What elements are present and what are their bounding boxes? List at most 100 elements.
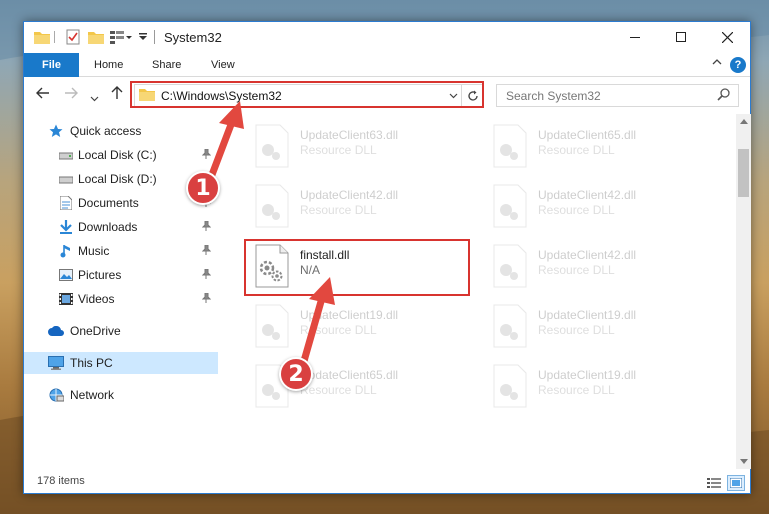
search-icon[interactable] bbox=[717, 87, 730, 104]
sidebar-item-label: This PC bbox=[70, 356, 113, 370]
tab-file[interactable]: File bbox=[24, 53, 79, 77]
details-view-icon[interactable] bbox=[705, 475, 723, 491]
minimize-button[interactable] bbox=[612, 22, 658, 52]
sidebar-item-label: Documents bbox=[78, 196, 139, 210]
dll-file-icon bbox=[255, 304, 289, 348]
sidebar-item-onedrive[interactable]: OneDrive bbox=[24, 320, 218, 342]
sidebar-item-music[interactable]: Music bbox=[24, 240, 218, 262]
file-highlight-box bbox=[244, 239, 470, 296]
file-item[interactable]: UpdateClient19.dll Resource DLL bbox=[244, 300, 474, 354]
pictures-icon bbox=[58, 267, 74, 283]
navigation-bar: C:\Windows\System32 Search System32 bbox=[24, 78, 750, 112]
dll-file-icon bbox=[493, 124, 527, 168]
tab-home[interactable]: Home bbox=[94, 59, 123, 71]
file-item[interactable]: UpdateClient42.dll Resource DLL bbox=[482, 240, 712, 294]
videos-icon bbox=[58, 291, 74, 307]
file-name: UpdateClient42.dll bbox=[538, 188, 637, 202]
file-type: Resource DLL bbox=[538, 383, 615, 397]
customize-toolbar-icon[interactable] bbox=[110, 28, 132, 46]
close-button[interactable] bbox=[704, 22, 750, 52]
scroll-down-arrow-icon[interactable] bbox=[736, 454, 751, 469]
sidebar-item-this-pc[interactable]: This PC bbox=[24, 352, 218, 374]
scrollbar-thumb[interactable] bbox=[738, 149, 749, 197]
ribbon-tabs: File Home Share View ? bbox=[24, 53, 750, 77]
quick-access-dropdown-icon[interactable] bbox=[138, 28, 148, 46]
sidebar-item-label: Local Disk (D:) bbox=[78, 172, 157, 186]
tab-share[interactable]: Share bbox=[152, 59, 181, 71]
file-type: Resource DLL bbox=[538, 263, 615, 277]
file-item[interactable]: UpdateClient42.dll Resource DLL bbox=[482, 180, 712, 234]
sidebar-item-pictures[interactable]: Pictures bbox=[24, 264, 218, 286]
vertical-scrollbar[interactable] bbox=[736, 114, 751, 469]
title-separator bbox=[154, 30, 155, 44]
sidebar-item-downloads[interactable]: Downloads bbox=[24, 216, 218, 238]
sidebar-item-label: Local Disk (C:) bbox=[78, 148, 157, 162]
dll-file-icon bbox=[493, 184, 527, 228]
dll-file-icon bbox=[493, 244, 527, 288]
tiles-view-icon[interactable] bbox=[727, 475, 745, 491]
file-item[interactable]: UpdateClient65.dll Resource DLL bbox=[482, 120, 712, 174]
file-name: UpdateClient63.dll bbox=[300, 128, 399, 142]
folder-icon bbox=[34, 28, 50, 46]
sidebar-item-label: Music bbox=[78, 244, 110, 258]
search-placeholder[interactable]: Search System32 bbox=[506, 89, 601, 103]
drive-icon bbox=[58, 171, 74, 187]
file-type: Resource DLL bbox=[538, 203, 615, 217]
file-item[interactable]: UpdateClient19.dll Resource DLL bbox=[482, 300, 712, 354]
file-type: Resource DLL bbox=[538, 323, 615, 337]
up-arrow-icon[interactable] bbox=[110, 86, 124, 104]
file-name: UpdateClient65.dll bbox=[300, 368, 399, 382]
help-icon[interactable]: ? bbox=[730, 57, 746, 73]
sidebar-item-label: Pictures bbox=[78, 268, 122, 282]
file-item[interactable]: UpdateClient65.dll Resource DLL bbox=[244, 360, 474, 414]
recent-locations-chevron-icon[interactable] bbox=[90, 89, 99, 106]
sidebar-item-local-disk-c[interactable]: Local Disk (C:) bbox=[24, 144, 218, 166]
status-bar: 178 items bbox=[24, 472, 750, 494]
tab-view[interactable]: View bbox=[211, 59, 235, 71]
address-bar-highlight bbox=[130, 81, 484, 108]
pin-icon bbox=[201, 268, 212, 282]
music-icon bbox=[58, 243, 74, 259]
file-list: UpdateClient63.dll Resource DLL UpdateCl… bbox=[220, 114, 736, 469]
pin-icon bbox=[201, 220, 212, 234]
file-type: Resource DLL bbox=[300, 323, 377, 337]
star-icon bbox=[48, 123, 64, 139]
scroll-up-arrow-icon[interactable] bbox=[736, 114, 751, 129]
cloud-icon bbox=[48, 323, 64, 339]
dll-file-icon bbox=[255, 184, 289, 228]
network-icon bbox=[48, 387, 64, 403]
pin-icon bbox=[201, 244, 212, 258]
file-item[interactable]: UpdateClient19.dll Resource DLL bbox=[482, 360, 712, 414]
window-title: System32 bbox=[164, 30, 222, 45]
sidebar-item-videos[interactable]: Videos bbox=[24, 288, 218, 310]
file-item[interactable]: UpdateClient63.dll Resource DLL bbox=[244, 120, 474, 174]
sidebar-item-label: Quick access bbox=[70, 124, 142, 138]
properties-icon[interactable] bbox=[66, 28, 80, 46]
expand-ribbon-icon[interactable] bbox=[712, 58, 722, 71]
file-name: UpdateClient42.dll bbox=[538, 248, 637, 262]
separator-icon bbox=[54, 28, 55, 46]
forward-arrow-icon[interactable] bbox=[64, 86, 78, 104]
dll-file-icon bbox=[255, 124, 289, 168]
file-type: Resource DLL bbox=[300, 203, 377, 217]
documents-icon bbox=[58, 195, 74, 211]
pin-icon bbox=[201, 292, 212, 306]
search-box[interactable]: Search System32 bbox=[496, 84, 739, 107]
sidebar-item-label: Downloads bbox=[78, 220, 138, 234]
maximize-button[interactable] bbox=[658, 22, 704, 52]
callout-step-2: 2 bbox=[279, 357, 313, 391]
sidebar-item-network[interactable]: Network bbox=[24, 384, 218, 406]
new-folder-icon[interactable] bbox=[88, 28, 104, 46]
file-name: UpdateClient65.dll bbox=[538, 128, 637, 142]
sidebar-item-quick-access[interactable]: Quick access bbox=[24, 120, 218, 142]
file-name: UpdateClient19.dll bbox=[300, 308, 399, 322]
sidebar-item-label: Videos bbox=[78, 292, 115, 306]
download-icon bbox=[58, 219, 74, 235]
dll-file-icon bbox=[493, 304, 527, 348]
file-name: UpdateClient19.dll bbox=[538, 308, 637, 322]
item-count: 178 items bbox=[37, 475, 85, 487]
callout-step-1: 1 bbox=[186, 171, 220, 205]
back-arrow-icon[interactable] bbox=[36, 86, 50, 104]
file-item[interactable]: UpdateClient42.dll Resource DLL bbox=[244, 180, 474, 234]
sidebar-item-label: OneDrive bbox=[70, 324, 121, 338]
